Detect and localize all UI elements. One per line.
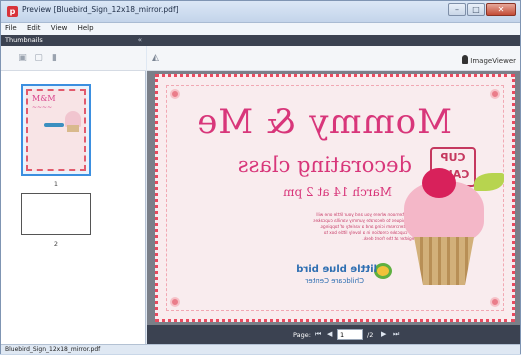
viewer-header xyxy=(147,35,520,46)
title-bar: p Preview [Bluebird_Sign_12x18_mirror.pd… xyxy=(1,1,520,23)
event-date: March 14 at 2 pm xyxy=(283,185,392,199)
window-title: Preview [Bluebird_Sign_12x18_mirror.pdf] xyxy=(22,5,179,14)
page-thumbnail-1[interactable]: M&M ~~~~ xyxy=(21,84,91,176)
headline: Mommy & Me xyxy=(196,102,452,142)
imageviewer-brand: ImageViewer xyxy=(462,55,516,65)
subheadline: decorating class xyxy=(237,153,412,177)
imageviewer-icon xyxy=(462,55,469,64)
brand-name: little blue bird xyxy=(296,264,377,275)
warning-icon[interactable]: ◭ xyxy=(152,53,159,63)
thumbnail-toolbar: ▣ ▢ ▮ xyxy=(1,46,146,71)
page-number-2: 2 xyxy=(53,240,59,248)
viewer-toolbar: ◭ ImageViewer xyxy=(147,46,520,71)
page-thumbnail-2[interactable] xyxy=(21,193,91,235)
thumbnails-title: Thumbnails xyxy=(5,36,43,44)
page-canvas[interactable]: Mommy & Me decorating class March 14 at … xyxy=(147,71,520,325)
thumbnail-preview: M&M ~~~~ xyxy=(26,89,86,171)
raspberry-icon xyxy=(422,168,456,198)
page-total: /2 xyxy=(367,331,374,339)
close-button[interactable]: ✕ xyxy=(486,3,516,16)
status-bar: Bluebird_Sign_12x18_mirror.pdf xyxy=(1,344,520,354)
page-number-1: 1 xyxy=(53,180,59,188)
window-controls: – □ ✕ xyxy=(448,3,516,16)
menu-edit[interactable]: Edit xyxy=(23,23,45,33)
brand-label: ImageViewer xyxy=(470,57,516,65)
prev-page-icon[interactable]: ◀ xyxy=(327,330,332,338)
app-icon: p xyxy=(7,6,18,17)
thumbnails-header: Thumbnails « xyxy=(1,35,147,46)
next-page-icon[interactable]: ▶ xyxy=(381,330,386,338)
document-viewer: ◭ ImageViewer Mommy & Me decorating clas… xyxy=(147,46,520,344)
minimize-button[interactable]: – xyxy=(448,3,466,16)
menu-view[interactable]: View xyxy=(47,23,72,33)
menu-file[interactable]: File xyxy=(1,23,21,33)
app-window: p Preview [Bluebird_Sign_12x18_mirror.pd… xyxy=(0,0,521,354)
badge-line-1: CUP xyxy=(440,151,466,164)
status-filename: Bluebird_Sign_12x18_mirror.pdf xyxy=(5,346,101,353)
brand-subtitle: Childcare Center xyxy=(305,277,364,285)
pdf-page: Mommy & Me decorating class March 14 at … xyxy=(155,74,515,322)
thumbnail-headline: M&M xyxy=(32,94,56,103)
page-icon[interactable]: ▢ xyxy=(33,52,44,64)
page-number-input[interactable]: 1 xyxy=(337,329,363,340)
trash-icon[interactable]: ▮ xyxy=(49,52,60,64)
menu-help[interactable]: Help xyxy=(74,23,98,33)
page-label: Page: xyxy=(293,331,311,339)
cupcake-wrapper-icon xyxy=(414,237,474,285)
collapse-panel-icon[interactable]: « xyxy=(138,35,142,46)
menu-bar: File Edit View Help xyxy=(1,23,520,35)
maximize-button[interactable]: □ xyxy=(467,3,485,16)
thumbnail-cupcake-base xyxy=(67,125,79,132)
thumbnails-panel: ▣ ▢ ▮ M&M ~~~~ 1 2 xyxy=(1,46,146,344)
page-navigation-bar: Page: ⏮ ◀ 1 /2 ▶ ⏭ xyxy=(147,325,520,344)
last-page-icon[interactable]: ⏭ xyxy=(393,330,399,339)
first-page-icon[interactable]: ⏮ xyxy=(315,330,321,339)
thumbnail-subheadline: ~~~~ xyxy=(32,104,53,111)
thumbnail-logo xyxy=(44,123,64,127)
save-icon[interactable]: ▣ xyxy=(17,52,28,64)
